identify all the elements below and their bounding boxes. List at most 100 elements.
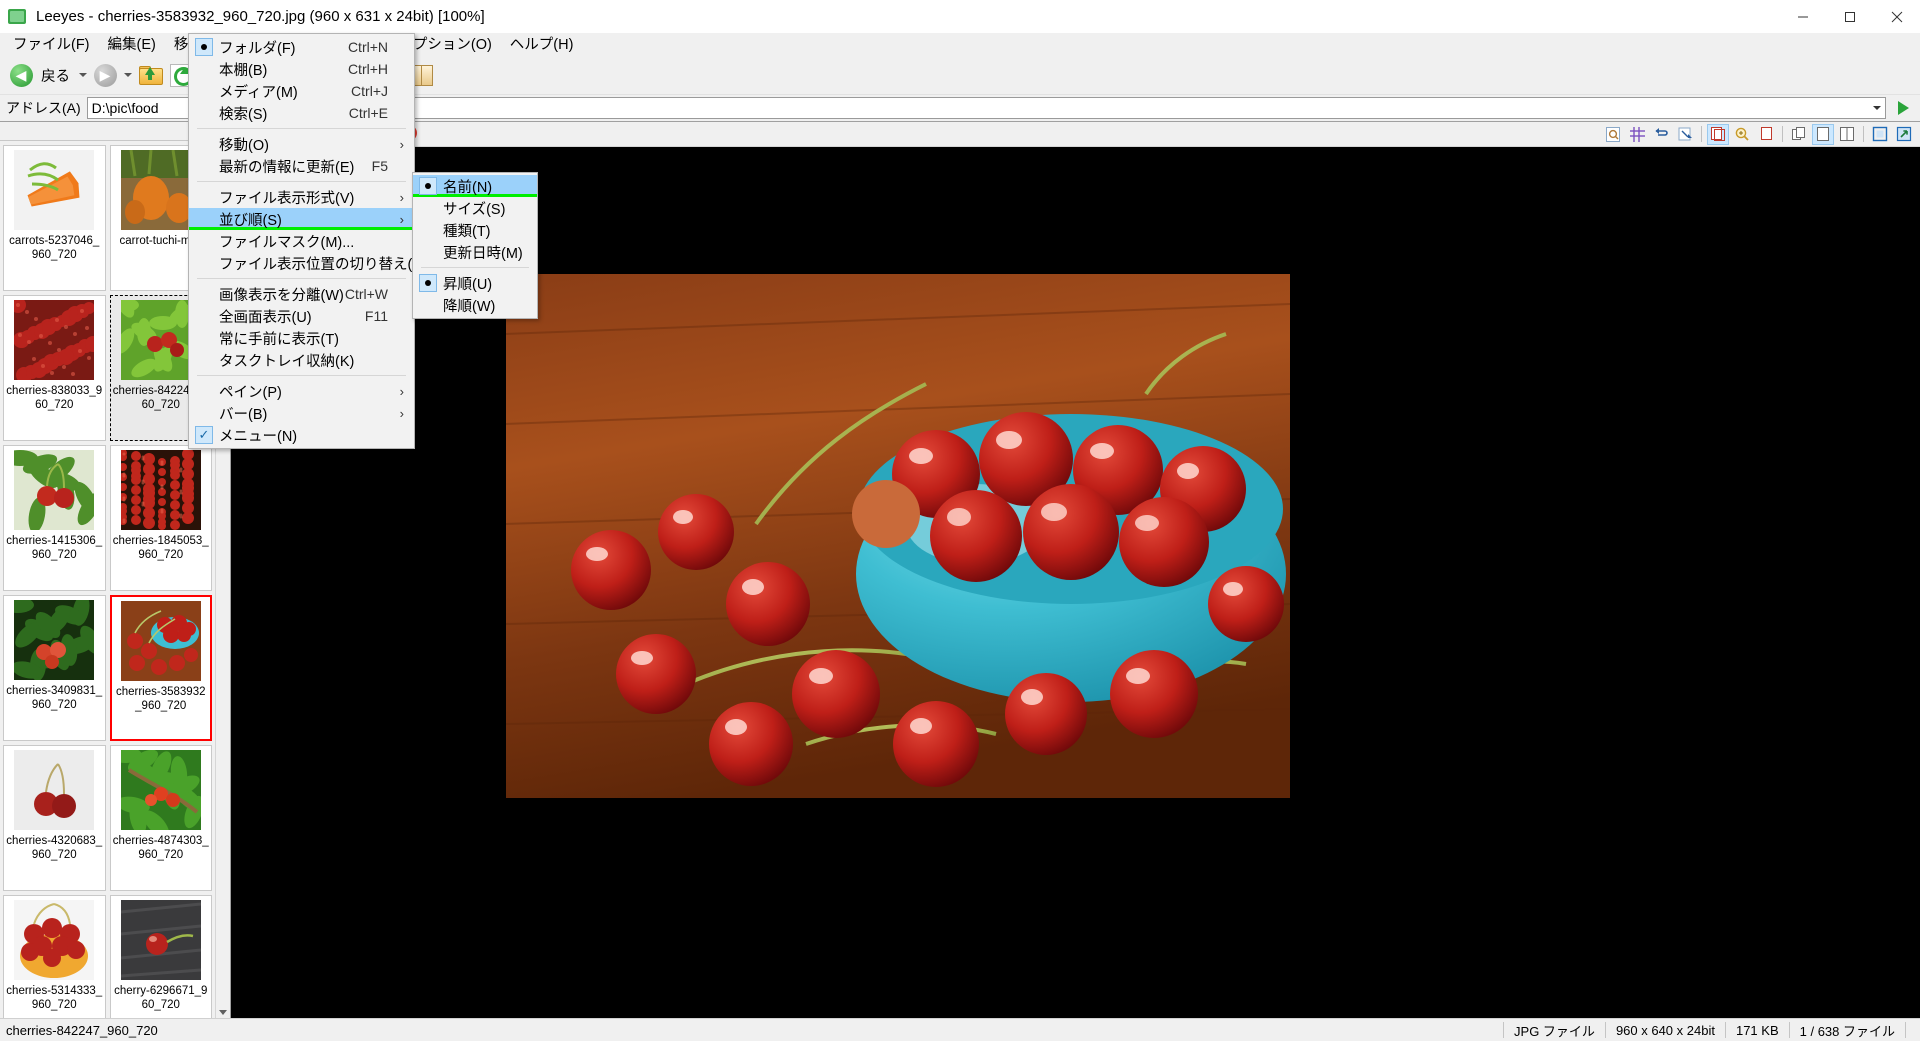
displayed-image[interactable] bbox=[506, 274, 1290, 798]
menu-item-shortcut: Ctrl+H bbox=[347, 61, 388, 77]
menu-item-label: 並び順(S) bbox=[219, 212, 282, 229]
menu-item[interactable]: ✓ メニュー(N) bbox=[189, 424, 414, 446]
menu-item[interactable]: 昇順(U) bbox=[413, 272, 537, 294]
thumbnail-item[interactable]: cherries-838033_960_720 bbox=[3, 295, 106, 441]
thumbnail-label: cherries-5314333_960_720 bbox=[6, 985, 103, 1011]
spread-view-button[interactable] bbox=[1788, 124, 1810, 145]
menu-item-label: 移動(O) bbox=[219, 137, 269, 154]
thumbnail-image bbox=[2, 594, 103, 681]
minimize-button[interactable] bbox=[1779, 0, 1826, 33]
zoom-fit-button[interactable] bbox=[1602, 124, 1624, 145]
menu-item[interactable]: バー(B) › bbox=[189, 402, 414, 424]
radio-selected-icon bbox=[413, 274, 443, 292]
back-dropdown-icon[interactable] bbox=[76, 60, 90, 90]
menu-separator bbox=[197, 181, 406, 182]
thumbnail-item[interactable]: cherry-6296671_960_720 bbox=[109, 895, 212, 1018]
chevron-down-icon[interactable] bbox=[1873, 106, 1881, 110]
menu-item[interactable]: 並び順(S) › bbox=[189, 208, 414, 230]
address-label: アドレス(A) bbox=[6, 100, 81, 116]
thumbnail-item[interactable]: cherries-4874303_960_720 bbox=[107, 745, 212, 891]
page-view-button[interactable] bbox=[1812, 123, 1834, 145]
menu-item[interactable]: ファイル表示形式(V) › bbox=[189, 186, 414, 208]
menu-item[interactable]: 最新の情報に更新(E) F5 bbox=[189, 155, 414, 177]
menu-item[interactable]: 種類(T) bbox=[413, 219, 537, 241]
thumbnail-item[interactable]: carrots-5237046_960_720 bbox=[3, 145, 106, 291]
menu-file[interactable]: ファイル(F) bbox=[4, 34, 99, 56]
menu-item[interactable]: フォルダ(F) Ctrl+N bbox=[189, 36, 414, 58]
scroll-down-icon[interactable] bbox=[219, 1010, 227, 1015]
address-go-button[interactable] bbox=[1890, 97, 1916, 119]
menu-item[interactable]: 画像表示を分離(W) Ctrl+W bbox=[189, 283, 414, 305]
external-open-button[interactable] bbox=[1893, 124, 1915, 145]
menu-item[interactable]: 移動(O) › bbox=[189, 133, 414, 155]
forward-dropdown-icon[interactable] bbox=[121, 60, 135, 90]
menu-item[interactable]: ファイル表示位置の切り替え(L) bbox=[189, 252, 425, 274]
menu-item[interactable]: 検索(S) Ctrl+E bbox=[189, 102, 414, 124]
cherries-bowl-photo bbox=[506, 274, 1290, 798]
title-bar: Leeyes - cherries-3583932_960_720.jpg (9… bbox=[0, 0, 1920, 34]
zoom-in-button[interactable] bbox=[1731, 124, 1753, 145]
menu-item[interactable]: サイズ(S) bbox=[413, 197, 537, 219]
address-value: D:\pic\food bbox=[91, 100, 159, 116]
thumbnail-item[interactable]: cherries-3583932_960_720 bbox=[109, 595, 212, 741]
thumbnail-item[interactable]: cherries-1845053_960_720 bbox=[109, 445, 212, 591]
status-dimensions: 960 x 640 x 24bit bbox=[1615, 1022, 1715, 1038]
thumbnail-item[interactable]: cherries-3409831_960_720 bbox=[2, 594, 106, 741]
check-icon: ✓ bbox=[189, 426, 219, 444]
thumbnail-label: carrots-5237046_960_720 bbox=[9, 235, 100, 261]
menu-item-shortcut: Ctrl+N bbox=[347, 39, 388, 55]
status-filename: cherries-842247_960_720 bbox=[6, 1022, 158, 1038]
menu-item-shortcut: Ctrl+J bbox=[351, 83, 388, 99]
thumbnail-image bbox=[120, 900, 201, 980]
menu-item-shortcut: F11 bbox=[364, 308, 388, 324]
menu-item[interactable]: 更新日時(M) bbox=[413, 241, 537, 263]
menu-item[interactable]: ペイン(P) › bbox=[189, 380, 414, 402]
submenu-arrow-icon: › bbox=[399, 136, 404, 152]
menu-item[interactable]: 名前(N) bbox=[413, 175, 537, 197]
menu-item-shortcut: Ctrl+W bbox=[344, 286, 388, 302]
menu-item-label: ペイン(P) bbox=[219, 384, 282, 401]
menu-item[interactable]: 降順(W) bbox=[413, 294, 537, 316]
back-button[interactable]: ◀ bbox=[6, 60, 36, 90]
menu-item-label: 降順(W) bbox=[443, 298, 496, 315]
thumbnail-label: cherries-1415306_960_720 bbox=[6, 535, 103, 561]
page-single-button[interactable] bbox=[1707, 123, 1729, 145]
status-filetype: JPG ファイル bbox=[1514, 1023, 1595, 1039]
radio-selected-icon bbox=[189, 38, 219, 56]
page-right-button[interactable] bbox=[1755, 124, 1777, 145]
thumbnail-label: cherries-1845053_960_720 bbox=[112, 535, 209, 561]
thumbnail-item[interactable]: cherries-1415306_960_720 bbox=[2, 445, 106, 591]
menu-item[interactable]: 本棚(B) Ctrl+H bbox=[189, 58, 414, 80]
rotate-button[interactable] bbox=[1650, 124, 1672, 145]
menu-item[interactable]: 全画面表示(U) F11 bbox=[189, 305, 414, 327]
two-page-button[interactable] bbox=[1836, 124, 1858, 145]
shrink-to-fit-button[interactable] bbox=[1674, 124, 1696, 145]
grid-overlay-button[interactable] bbox=[1626, 124, 1648, 145]
close-button[interactable] bbox=[1873, 0, 1920, 33]
window-fit-button[interactable] bbox=[1869, 124, 1891, 145]
thumbnail-label: cherries-4320683_960_720 bbox=[6, 835, 103, 861]
leeyes-window: Leeyes - cherries-3583932_960_720.jpg (9… bbox=[0, 0, 1920, 1041]
maximize-button[interactable] bbox=[1826, 0, 1873, 33]
menu-item-label: タスクトレイ収納(K) bbox=[219, 353, 355, 370]
menu-item[interactable]: 常に手前に表示(T) bbox=[189, 327, 414, 349]
thumbnail-item[interactable]: cherries-5314333_960_720 bbox=[3, 895, 106, 1018]
menu-item[interactable]: メディア(M) Ctrl+J bbox=[189, 80, 414, 102]
menu-item[interactable]: ファイルマスク(M)... bbox=[189, 230, 414, 252]
submenu-arrow-icon: › bbox=[399, 405, 404, 421]
forward-button[interactable]: ▶ bbox=[90, 60, 120, 90]
menu-item[interactable]: タスクトレイ収納(K) bbox=[189, 349, 414, 371]
window-title: Leeyes - cherries-3583932_960_720.jpg (9… bbox=[36, 8, 485, 25]
submenu-arrow-icon: › bbox=[399, 189, 404, 205]
thumbnail-item[interactable]: cherries-4320683_960_720 bbox=[3, 745, 106, 891]
thumbnail-image bbox=[2, 450, 101, 533]
menu-item-label: サイズ(S) bbox=[443, 201, 506, 218]
thumbnail-label: cherry-6296671_960_720 bbox=[114, 985, 208, 1011]
menu-help[interactable]: ヘルプ(H) bbox=[501, 34, 583, 56]
app-icon bbox=[8, 7, 28, 27]
menu-edit[interactable]: 編集(E) bbox=[99, 34, 165, 56]
menu-item-label: 名前(N) bbox=[443, 179, 493, 196]
menu-item-label: ファイルマスク(M)... bbox=[219, 234, 355, 251]
up-folder-button[interactable] bbox=[135, 60, 165, 90]
menu-item-shortcut: Ctrl+E bbox=[348, 105, 388, 121]
